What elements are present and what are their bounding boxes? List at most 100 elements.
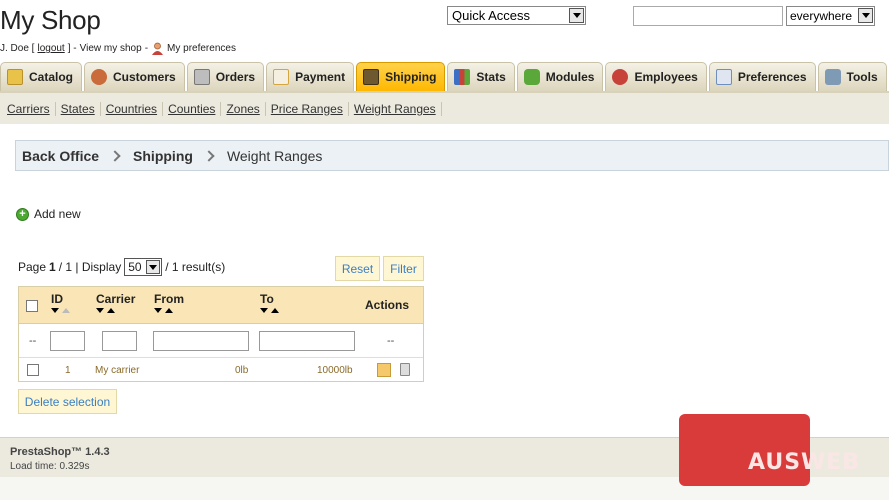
page-label: Page [18,260,47,274]
tab-label: Modules [545,70,595,84]
tab-shipping[interactable]: Shipping [356,62,446,91]
employees-icon [612,69,629,85]
breadcrumb: Back Office Shipping Weight Ranges [15,140,889,171]
stats-icon [454,69,471,85]
subnav-zones[interactable]: Zones [221,101,266,116]
filter-from-input[interactable] [153,331,249,351]
subnav-weight-ranges[interactable]: Weight Ranges [349,101,442,116]
sort-desc-icon[interactable] [96,308,104,313]
tab-label: Employees [634,70,698,84]
trash-icon[interactable] [400,363,410,376]
filter-placeholder: -- [387,335,395,347]
chevron-right-icon [109,149,121,162]
truck-icon [363,69,380,85]
main-tabs: Catalog Customers Orders Payment Shippin… [0,62,889,91]
user-separator: ] - [67,43,77,54]
cell-from: 0lb [235,365,249,376]
sort-desc-icon[interactable] [154,308,162,313]
table-header: ID Carrier From To Actions [19,287,423,324]
chevron-down-icon[interactable] [569,8,584,23]
sort-asc-icon[interactable] [165,308,173,313]
user-name: J. Doe [ [0,43,35,54]
breadcrumb-current: Weight Ranges [226,147,323,164]
column-id: ID [51,292,63,306]
sort-asc-icon[interactable] [271,308,279,313]
subnav-carriers[interactable]: Carriers [2,101,56,116]
tab-orders[interactable]: Orders [186,62,265,91]
tab-label: Orders [215,70,256,84]
display-count-value: 50 [128,260,142,274]
tab-modules[interactable]: Modules [516,62,604,91]
payment-icon [273,69,290,85]
filter-placeholder: -- [29,335,37,347]
current-page: 1 [49,260,56,274]
tab-customers[interactable]: Customers [84,62,185,91]
carrier-sorters [96,308,115,313]
row-checkbox[interactable] [27,364,39,376]
to-sorters [260,308,279,313]
tab-label: Customers [113,70,176,84]
filter-button[interactable]: Filter [383,256,424,281]
filter-row: -- -- [19,324,423,358]
customers-icon [91,69,108,85]
column-from: From [154,292,184,306]
subnav-countries[interactable]: Countries [101,101,164,116]
page-root: My Shop J. Doe [ logout ] - View my shop… [0,0,889,500]
filter-to-input[interactable] [259,331,355,351]
breadcrumb-section[interactable]: Shipping [133,148,193,164]
search-input[interactable] [633,6,783,26]
load-time-label: Load time: 0.329s [10,461,90,472]
search-scope-select[interactable]: everywhere [786,6,875,26]
chevron-down-icon[interactable] [146,260,161,274]
logout-link[interactable]: logout [37,43,64,54]
sort-desc-icon[interactable] [260,308,268,313]
folder-icon [7,69,23,85]
from-sorters [154,308,173,313]
add-new-link[interactable]: + Add new [16,207,81,221]
select-all-checkbox[interactable] [26,300,38,312]
tab-tools[interactable]: Tools [817,62,887,91]
user-separator-2: - [144,43,149,54]
tab-label: Catalog [29,70,74,84]
breadcrumb-root[interactable]: Back Office [22,148,99,164]
filter-id-input[interactable] [50,331,85,351]
weight-ranges-table: ID Carrier From To Actions -- -- 1 My ca… [18,286,424,382]
tab-stats[interactable]: Stats [447,62,515,91]
watermark-text: AUSWEB [748,450,861,475]
subnav-states[interactable]: States [56,101,101,116]
sort-asc-icon[interactable] [107,308,115,313]
reset-button[interactable]: Reset [335,256,380,281]
version-label: PrestaShop™ 1.4.3 [10,446,110,458]
tab-label: Stats [476,70,506,84]
quick-access-select[interactable]: Quick Access [447,6,586,25]
sort-asc-icon[interactable] [62,308,70,313]
column-actions: Actions [365,298,410,312]
chevron-right-icon [203,149,215,162]
preferences-icon [715,69,732,85]
tab-label: Shipping [385,70,437,84]
total-pages-label: / 1 | Display [58,260,122,274]
add-icon: + [16,207,29,221]
chevron-down-icon[interactable] [858,8,873,23]
tab-preferences[interactable]: Preferences [708,62,816,91]
tab-payment[interactable]: Payment [266,62,355,91]
pagination: Page 1 / 1 | Display 50 / 1 result(s) [18,258,225,276]
view-shop-link[interactable]: View my shop [80,43,142,54]
my-preferences-link[interactable]: My preferences [167,43,236,54]
filter-carrier-input[interactable] [102,331,137,351]
tab-catalog[interactable]: Catalog [0,62,83,91]
modules-icon [523,69,540,85]
subnav-price-ranges[interactable]: Price Ranges [266,101,349,116]
tab-label: Payment [295,70,346,84]
search-scope-value: everywhere [790,9,853,23]
sort-desc-icon[interactable] [51,308,59,313]
subnav-counties[interactable]: Counties [163,101,222,116]
cell-carrier: My carrier [95,365,140,376]
table-row[interactable]: 1 My carrier 0lb 10000lb [19,359,423,381]
edit-icon[interactable] [377,363,391,377]
tab-employees[interactable]: Employees [605,62,707,91]
user-line: J. Doe [ logout ] - View my shop - My pr… [0,42,236,55]
delete-selection-button[interactable]: Delete selection [18,389,117,414]
sub-navigation: Carriers States Countries Counties Zones… [0,91,889,124]
display-count-select[interactable]: 50 [124,258,163,276]
